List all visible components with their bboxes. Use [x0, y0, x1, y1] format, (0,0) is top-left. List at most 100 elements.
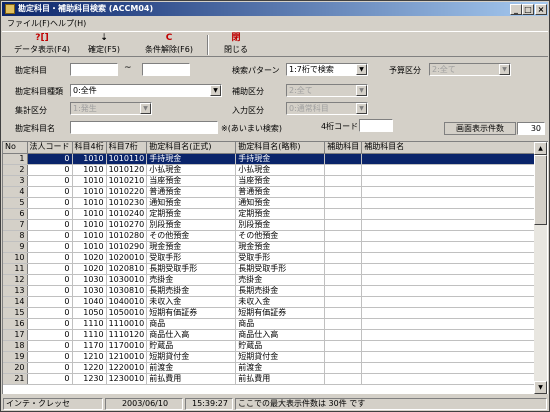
name-formal-cell[interactable]: 普通預金 [146, 186, 237, 198]
sub-account-cell[interactable] [324, 164, 363, 176]
sub-account-name-cell[interactable] [361, 175, 543, 187]
code4-cell[interactable]: 1110 [72, 318, 107, 330]
row-number[interactable]: 15 [3, 307, 28, 319]
corp-code-cell[interactable]: 0 [27, 318, 73, 330]
row-number[interactable]: 14 [3, 296, 28, 308]
name-formal-cell[interactable]: 商品 [146, 318, 237, 330]
name-short-cell[interactable]: その他預金 [235, 230, 326, 242]
table-row[interactable]: 8 0 1010 1010280 その他預金 その他預金 [3, 230, 543, 242]
col-header-no[interactable]: No [3, 142, 28, 154]
name-formal-cell[interactable]: 前渡金 [146, 362, 237, 374]
table-row[interactable]: 5 0 1010 1010230 通知預金 通知預金 [3, 197, 543, 209]
code4-cell[interactable]: 1010 [72, 241, 107, 253]
sub-account-cell[interactable] [324, 351, 363, 363]
sub-account-name-cell[interactable] [361, 153, 543, 165]
table-row[interactable]: 14 0 1040 1040010 未収入金 未収入金 [3, 296, 543, 308]
code4-cell[interactable]: 1010 [72, 230, 107, 242]
row-number[interactable]: 4 [3, 186, 28, 198]
scroll-down-icon[interactable]: ▼ [534, 381, 547, 394]
sub-account-name-cell[interactable] [361, 274, 543, 286]
clear-conditions-button[interactable]: C 条件解除(F6) [140, 33, 198, 56]
minimize-button[interactable]: _ [510, 4, 522, 15]
name-short-cell[interactable]: 通知預金 [235, 197, 326, 209]
code4-cell[interactable]: 1020 [72, 263, 107, 275]
display-count-input[interactable]: 30 [517, 122, 545, 135]
sub-account-name-cell[interactable] [361, 219, 543, 231]
name-formal-cell[interactable]: 貯蔵品 [146, 340, 237, 352]
sub-account-cell[interactable] [324, 208, 363, 220]
code4-cell[interactable]: 1010 [72, 164, 107, 176]
name-formal-cell[interactable]: 短期貸付金 [146, 351, 237, 363]
name-formal-cell[interactable]: 長期売掛金 [146, 285, 237, 297]
row-number[interactable]: 8 [3, 230, 28, 242]
code4-cell[interactable]: 1010 [72, 208, 107, 220]
row-number[interactable]: 10 [3, 252, 28, 264]
table-row[interactable]: 7 0 1010 1010270 別段預金 別段預金 [3, 219, 543, 231]
corp-code-cell[interactable]: 0 [27, 175, 73, 187]
row-number[interactable]: 9 [3, 241, 28, 253]
menu-file[interactable]: ファイル(F) [7, 18, 50, 29]
col-header-sub-account-name[interactable]: 補助科目名 [361, 142, 543, 154]
col-header-code7[interactable]: 科目7桁 [106, 142, 148, 154]
sub-account-cell[interactable] [324, 219, 363, 231]
sub-account-name-cell[interactable] [361, 373, 543, 385]
sub-account-cell[interactable] [324, 230, 363, 242]
corp-code-cell[interactable]: 0 [27, 362, 73, 374]
name-short-cell[interactable]: 現金預金 [235, 241, 326, 253]
code7-cell[interactable]: 1010270 [106, 219, 148, 231]
sub-account-cell[interactable] [324, 252, 363, 264]
table-row[interactable]: 21 0 1230 1230010 前払費用 前払費用 [3, 373, 543, 385]
table-row[interactable]: 10 0 1020 1020010 受取手形 受取手形 [3, 252, 543, 264]
code4-cell[interactable]: 1010 [72, 197, 107, 209]
chevron-down-icon[interactable]: ▼ [356, 103, 367, 114]
corp-code-cell[interactable]: 0 [27, 241, 73, 253]
corp-code-cell[interactable]: 0 [27, 329, 73, 341]
code4-cell[interactable]: 1110 [72, 329, 107, 341]
sub-account-cell[interactable] [324, 340, 363, 352]
sub-account-cell[interactable] [324, 153, 363, 165]
corp-code-cell[interactable]: 0 [27, 373, 73, 385]
code4-cell[interactable]: 1040 [72, 296, 107, 308]
sub-account-name-cell[interactable] [361, 318, 543, 330]
col-header-corp-code[interactable]: 法人コード [27, 142, 73, 154]
code7-cell[interactable]: 1230010 [106, 373, 148, 385]
corp-code-cell[interactable]: 0 [27, 263, 73, 275]
sub-account-cell[interactable] [324, 307, 363, 319]
display-data-button[interactable]: ?[] データ表示(F4) [10, 33, 74, 56]
name-short-cell[interactable]: 前渡金 [235, 362, 326, 374]
tally-category-select[interactable]: 1:発生 ▼ [70, 102, 152, 115]
sub-account-name-cell[interactable] [361, 329, 543, 341]
sub-account-cell[interactable] [324, 241, 363, 253]
row-number[interactable]: 17 [3, 329, 28, 341]
name-formal-cell[interactable]: 受取手形 [146, 252, 237, 264]
code7-cell[interactable]: 1010240 [106, 208, 148, 220]
menu-help[interactable]: ヘルプ(H) [50, 18, 86, 29]
sub-account-name-cell[interactable] [361, 186, 543, 198]
table-row[interactable]: 20 0 1220 1220010 前渡金 前渡金 [3, 362, 543, 374]
corp-code-cell[interactable]: 0 [27, 285, 73, 297]
budget-category-select[interactable]: 2:全て ▼ [429, 63, 511, 76]
chevron-down-icon[interactable]: ▼ [356, 85, 367, 96]
name-formal-cell[interactable]: 現金預金 [146, 241, 237, 253]
code4-cell[interactable]: 1210 [72, 351, 107, 363]
name-formal-cell[interactable]: その他預金 [146, 230, 237, 242]
sub-account-name-cell[interactable] [361, 252, 543, 264]
name-short-cell[interactable]: 手持現金 [235, 153, 326, 165]
sub-account-name-cell[interactable] [361, 340, 543, 352]
table-row[interactable]: 18 0 1170 1170010 貯蔵品 貯蔵品 [3, 340, 543, 352]
name-formal-cell[interactable]: 短期有価証券 [146, 307, 237, 319]
name-formal-cell[interactable]: 前払費用 [146, 373, 237, 385]
sub-account-name-cell[interactable] [361, 263, 543, 275]
name-formal-cell[interactable]: 未収入金 [146, 296, 237, 308]
table-row[interactable]: 6 0 1010 1010240 定期預金 定期預金 [3, 208, 543, 220]
scroll-up-icon[interactable]: ▲ [534, 142, 547, 155]
table-row[interactable]: 16 0 1110 1110010 商品 商品 [3, 318, 543, 330]
name-formal-cell[interactable]: 売掛金 [146, 274, 237, 286]
table-row[interactable]: 11 0 1020 1020810 長期受取手形 長期受取手形 [3, 263, 543, 275]
table-row[interactable]: 4 0 1010 1010220 普通預金 普通預金 [3, 186, 543, 198]
col-header-code4[interactable]: 科目4桁 [72, 142, 107, 154]
sub-account-cell[interactable] [324, 285, 363, 297]
row-number[interactable]: 1 [3, 153, 28, 165]
chevron-down-icon[interactable]: ▼ [140, 103, 151, 114]
account-name-input[interactable] [70, 121, 218, 134]
